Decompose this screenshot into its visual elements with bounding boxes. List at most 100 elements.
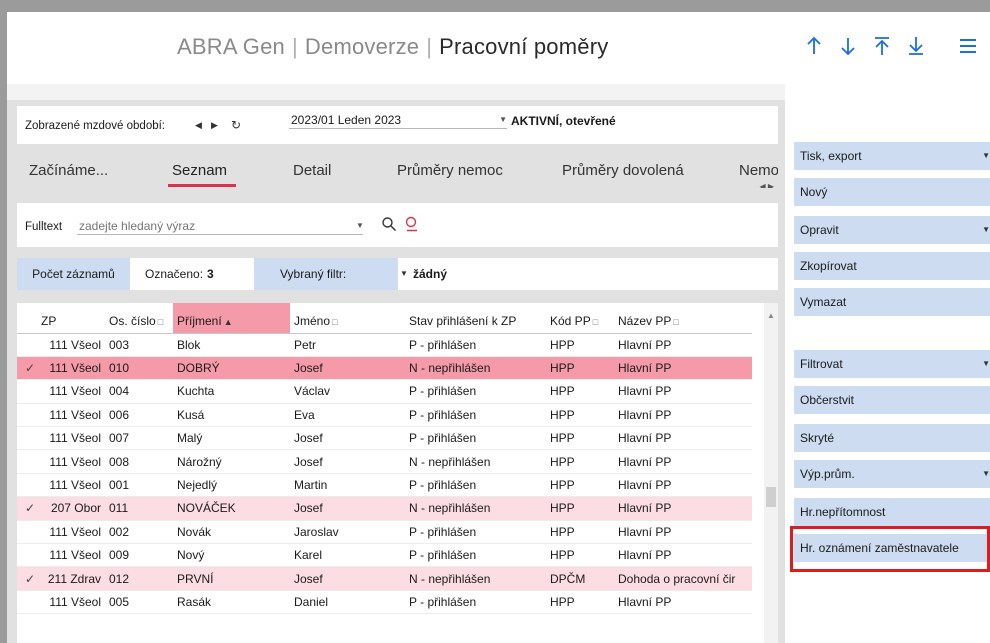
cell-prijmeni: Nejedlý <box>173 473 290 498</box>
arrow-down-icon[interactable] <box>835 32 861 60</box>
new-button[interactable]: Nový <box>794 178 990 206</box>
filter-select[interactable]: Vybraný filtr: <box>254 258 398 290</box>
column-header-stav[interactable]: Stav přihlášení k ZP <box>405 303 546 334</box>
column-filter-icon[interactable]: □ <box>332 317 337 327</box>
tab-seznam[interactable]: Seznam <box>172 162 227 179</box>
table-row[interactable]: 111 Všeol 006 Kusá Eva P - přihlášen HPP Hlavn… <box>17 403 752 428</box>
checkmark-icon <box>17 520 37 545</box>
cell-os-cislo: 002 <box>105 520 173 545</box>
arrow-to-bottom-icon[interactable] <box>903 32 929 60</box>
scroll-up-icon[interactable]: ▲ <box>767 311 775 320</box>
tab-prumery-nemoc[interactable]: Průměry nemoc <box>397 162 503 179</box>
advanced-search-icon[interactable] <box>404 216 420 232</box>
toolbar-spacer <box>7 84 785 100</box>
cell-zp: 111 Všeol <box>37 333 105 357</box>
cell-nazev-pp: Hlavní PP <box>614 543 752 568</box>
filter-button[interactable]: Filtrovat ▼ <box>794 350 990 378</box>
table-row[interactable]: ✓ 207 Obor 011 NOVÁČEK Josef N - nepřihlášen H… <box>17 496 752 521</box>
period-select[interactable]: 2023/01 Leden 2023 ▼ <box>289 111 507 129</box>
table-row[interactable]: 111 Všeol 005 Rasák Daniel P - přihlášen HPP H… <box>17 590 752 615</box>
tab-scroll-icon[interactable]: ◀ ▶ <box>759 182 774 188</box>
chevron-down-icon[interactable]: ▼ <box>356 221 364 230</box>
column-header-os-cislo[interactable]: Os. číslo □ <box>105 303 173 334</box>
cell-zp: 111 Všeol <box>37 426 105 451</box>
column-header-nazev-pp[interactable]: Název PP □ <box>614 303 752 334</box>
arrow-to-top-icon[interactable] <box>869 32 895 60</box>
delete-button[interactable]: Vymazat <box>794 288 990 316</box>
arrow-up-icon[interactable] <box>801 32 827 60</box>
checkmark-icon <box>17 543 37 568</box>
cell-stav: P - přihlášen <box>405 590 546 615</box>
checkmark-icon <box>17 379 37 404</box>
table-row[interactable]: 111 Všeol 003 Blok Petr P - přihlášen HPP Hlav… <box>17 333 752 357</box>
button-label: Hr.nepřítomnost <box>800 505 886 519</box>
tab-nemoce[interactable]: Nemoce <box>739 162 778 179</box>
next-period-icon[interactable]: ▶ <box>211 120 218 131</box>
cell-nazev-pp: Hlavní PP <box>614 403 752 428</box>
column-header-jmeno[interactable]: Jméno □ <box>290 303 405 334</box>
cell-kod-pp: HPP <box>546 449 614 474</box>
cell-kod-pp: HPP <box>546 520 614 545</box>
cell-os-cislo: 010 <box>105 356 173 381</box>
hidden-button[interactable]: Skryté <box>794 424 990 452</box>
cell-nazev-pp: Hlavní PP <box>614 473 752 498</box>
period-bar: Zobrazené mzdové období: ◀ ▶ ↻ 2023/01 L… <box>17 106 778 144</box>
prev-period-icon[interactable]: ◀ <box>195 120 202 131</box>
scrollbar-thumb[interactable] <box>766 487 776 507</box>
cell-jmeno: Daniel <box>290 590 405 615</box>
table-row[interactable]: 111 Všeol 008 Nárožný Josef N - nepřihlášen H… <box>17 449 752 474</box>
edit-button[interactable]: Opravit ▼ <box>794 216 990 244</box>
cell-stav: P - přihlášen <box>405 333 546 357</box>
search-icon[interactable] <box>381 216 397 232</box>
table-row[interactable]: 111 Všeol 001 Nejedlý Martin P - přihlášen HP… <box>17 473 752 498</box>
button-label: Skryté <box>800 431 835 445</box>
chevron-down-icon[interactable]: ▼ <box>400 269 408 278</box>
column-filter-icon[interactable]: □ <box>593 317 598 327</box>
cell-os-cislo: 007 <box>105 426 173 451</box>
cell-stav: N - nepřihlášen <box>405 356 546 381</box>
refresh-button[interactable]: Občerstvit <box>794 386 990 414</box>
cell-jmeno: Josef <box>290 356 405 381</box>
cell-prijmeni: NOVÁČEK <box>173 496 290 521</box>
refresh-icon[interactable]: ↻ <box>231 118 241 132</box>
table-row[interactable]: ✓ 111 Všeol 010 DOBRÝ Josef N - nepřihlášen HP… <box>17 356 752 381</box>
cell-stav: P - přihlášen <box>405 379 546 404</box>
column-header-zp[interactable]: ZP <box>37 303 105 334</box>
cell-jmeno: Josef <box>290 449 405 474</box>
vertical-scrollbar[interactable]: ▲ <box>764 303 778 643</box>
column-filter-icon[interactable]: □ <box>158 317 163 327</box>
cell-jmeno: Eva <box>290 403 405 428</box>
bulk-absence-button[interactable]: Hr.nepřítomnost <box>794 498 990 526</box>
table-row[interactable]: 111 Všeol 009 Nový Karel P - přihlášen HPP Hla… <box>17 543 752 568</box>
cell-stav: N - nepřihlášen <box>405 496 546 521</box>
sort-ascending-icon: ▲ <box>223 316 233 327</box>
tab-zaciname[interactable]: Začínáme... <box>29 162 108 179</box>
table-header: ZP Os. číslo □ Příjmení ▲ Jméno □ Stav přih… <box>17 303 752 334</box>
chevron-down-icon: ▼ <box>982 151 990 160</box>
cell-jmeno: Václav <box>290 379 405 404</box>
table-row[interactable]: 111 Všeol 004 Kuchta Václav P - přihlášen HPP… <box>17 379 752 404</box>
hamburger-menu-icon[interactable] <box>955 32 981 60</box>
tab-prumery-dovolena[interactable]: Průměry dovolená <box>562 162 684 179</box>
table-row[interactable]: ✓ 211 Zdrav 012 PRVNÍ Josef N - nepřihlášen DP… <box>17 566 752 591</box>
column-filter-icon[interactable]: □ <box>673 317 678 327</box>
table-row[interactable]: 111 Všeol 002 Novák Jaroslav P - přihlášen HP… <box>17 520 752 545</box>
fulltext-input[interactable] <box>77 217 363 235</box>
record-count-button[interactable]: Počet záznamů <box>17 258 130 290</box>
table-row[interactable]: 111 Všeol 007 Malý Josef P - přihlášen HPP Hla… <box>17 426 752 451</box>
column-header-kod-pp[interactable]: Kód PP □ <box>546 303 614 334</box>
app-name: ABRA Gen <box>177 34 285 59</box>
calc-average-button[interactable]: Výp.prům. ▼ <box>794 460 990 488</box>
checkmark-icon <box>17 426 37 451</box>
page-title: ABRA Gen | Demoverze | Pracovní poměry <box>177 34 609 59</box>
copy-button[interactable]: Zkopírovat <box>794 252 990 280</box>
tab-detail[interactable]: Detail <box>293 162 331 179</box>
cell-prijmeni: Novák <box>173 520 290 545</box>
column-header-prijmeni[interactable]: Příjmení ▲ <box>173 303 290 334</box>
checkmark-icon <box>17 590 37 615</box>
cell-nazev-pp: Hlavní PP <box>614 590 752 615</box>
cell-os-cislo: 009 <box>105 543 173 568</box>
marked-count: Označeno: 3 <box>145 267 214 281</box>
cell-jmeno: Petr <box>290 333 405 357</box>
print-export-button[interactable]: Tisk, export ▼ <box>794 142 990 170</box>
